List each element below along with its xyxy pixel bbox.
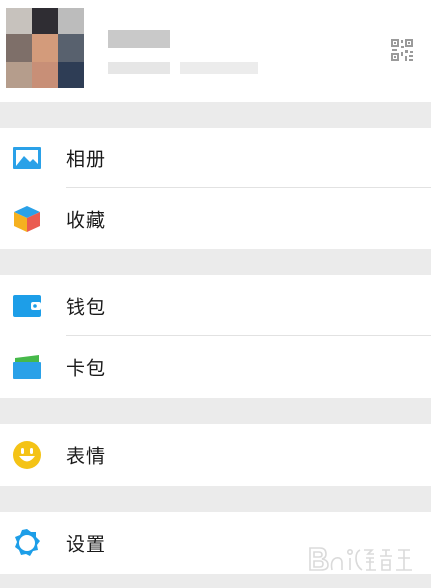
section-separator: [0, 102, 431, 128]
menu-item-stickers[interactable]: 表情: [0, 424, 431, 486]
menu-item-cards[interactable]: 卡包: [0, 336, 431, 398]
avatar[interactable]: [6, 8, 84, 88]
menu-item-favorites[interactable]: 收藏: [0, 188, 431, 249]
baidu-jingyan-watermark-logo: [309, 547, 412, 571]
profile-id-blurred: [108, 62, 170, 74]
card-pack-icon: [13, 355, 41, 379]
gear-icon: [15, 529, 40, 556]
favorites-cube-icon: [14, 205, 40, 232]
menu-item-wallet[interactable]: 钱包: [0, 275, 431, 336]
smiley-icon: [13, 441, 41, 469]
wallet-icon: [13, 294, 41, 317]
menu-item-label: 表情: [66, 445, 107, 468]
section-separator: [0, 249, 431, 275]
section-separator: [0, 574, 431, 588]
profile-info-blurred: [180, 62, 258, 74]
menu-item-album[interactable]: 相册: [0, 128, 431, 188]
menu-item-label: 设置: [66, 533, 107, 556]
menu-item-label: 相册: [66, 148, 107, 171]
photo-album-icon: [13, 147, 41, 169]
profile-header[interactable]: [0, 0, 431, 102]
section-separator: [0, 398, 431, 424]
profile-name-blurred: [108, 30, 170, 48]
menu-item-label: 收藏: [66, 209, 107, 231]
menu-item-label: 钱包: [66, 296, 107, 318]
qr-code-icon[interactable]: [390, 38, 414, 62]
section-separator: [0, 486, 431, 512]
menu-item-label: 卡包: [66, 357, 107, 380]
